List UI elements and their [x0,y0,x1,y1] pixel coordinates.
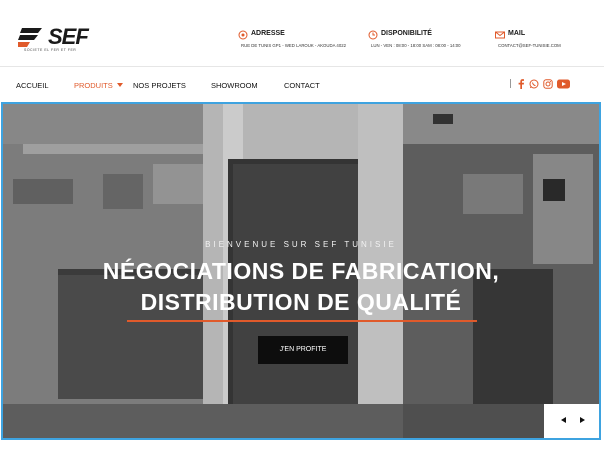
hero-eyebrow: BIENVENUE SUR SEF TUNISIE [205,240,397,249]
top-header: SEF SOCIETE EL FER ET FER ADRESSE RUE DE… [0,0,604,66]
availability-text: LUN - VEN : 08:00 - 18:00 SAM : 08:00 - … [371,43,461,48]
slider-arrows [544,404,599,438]
logo-tagline: SOCIETE EL FER ET FER [24,48,77,52]
availability-title: DISPONIBILITÉ [381,30,432,37]
logo-text: SEF [48,24,89,49]
facebook-icon[interactable] [517,79,525,89]
hero-title-underline [127,320,477,322]
hero-title: NÉGOCIATIONS DE FABRICATION, DISTRIBUTIO… [3,256,599,318]
nav-item-produits[interactable]: PRODUITS [74,81,113,90]
whatsapp-icon[interactable] [529,79,539,89]
social-separator [510,79,511,88]
nav-item-nos-projets[interactable]: NOS PROJETS [133,81,186,90]
hero-slider: BIENVENUE SUR SEF TUNISIE NÉGOCIATIONS D… [1,102,601,440]
sef-logo[interactable]: SEF SOCIETE EL FER ET FER [18,24,108,56]
instagram-icon[interactable] [543,79,553,89]
cta-button[interactable]: J'EN PROFITE [258,336,348,364]
youtube-icon[interactable] [557,79,570,89]
address-text: RUE DE TUNIS GP1 - WED LAROUK - AKOUDA 4… [241,43,346,48]
mail-icon [495,31,505,39]
mail-title: MAIL [508,30,526,37]
logo-mark-icon [18,28,42,47]
mail-text[interactable]: CONTACT@SEF-TUNISIE.COM [498,43,561,48]
nav-item-accueil[interactable]: ACCUEIL [16,81,49,90]
clock-icon [368,30,378,40]
address-title: ADRESSE [251,30,285,37]
hero-title-line-1: NÉGOCIATIONS DE FABRICATION, [102,258,500,284]
nav-item-showroom[interactable]: SHOWROOM [211,81,258,90]
location-icon [238,30,248,40]
arrow-right-icon[interactable] [580,417,585,423]
main-nav: ACCUEIL PRODUITS NOS PROJETS SHOWROOM CO… [0,67,604,102]
nav-item-contact[interactable]: CONTACT [284,81,320,90]
chevron-down-icon[interactable] [117,83,123,87]
hero-title-line-2: DISTRIBUTION DE QUALITÉ [140,289,462,315]
arrow-left-icon[interactable] [561,417,566,423]
